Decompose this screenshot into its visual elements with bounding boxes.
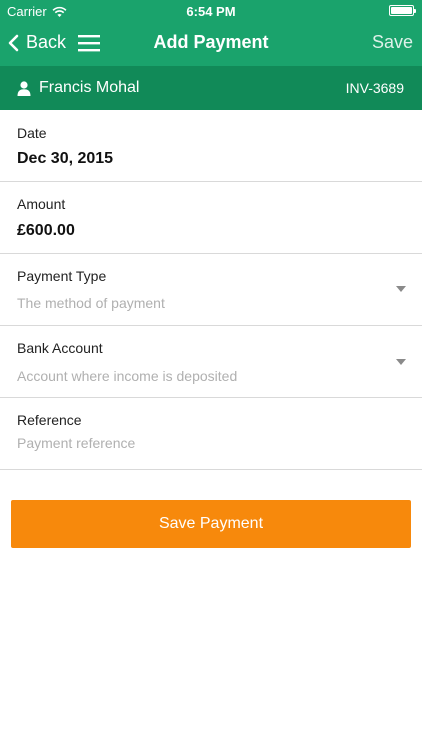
payment-type-field[interactable]: Payment Type The method of payment [0,254,422,326]
client-name: Francis Mohal [39,79,140,96]
client-info: Francis Mohal [17,79,139,97]
page-title: Add Payment [153,32,269,52]
reference-field[interactable]: Reference Payment reference [0,398,422,470]
date-value: Dec 30, 2015 [17,150,114,167]
chevron-down-icon [396,286,406,292]
status-time: 6:54 PM [186,4,236,19]
reference-placeholder: Payment reference [17,435,136,451]
save-payment-label: Save Payment [158,515,264,532]
status-bar: Carrier 6:54 PM [0,0,422,22]
app-header: Carrier 6:54 PM Back Add Payment Save [0,0,422,66]
reference-label: Reference [17,412,82,428]
client-bar: Francis Mohal INV-3689 [0,66,422,110]
save-payment-button[interactable]: Save Payment [11,500,411,548]
bank-account-field[interactable]: Bank Account Account where income is dep… [0,326,422,398]
save-nav-button[interactable]: Save [372,32,413,53]
amount-field[interactable]: Amount £600.00 [0,182,422,254]
date-field[interactable]: Date Dec 30, 2015 [0,110,422,182]
amount-label: Amount [17,196,66,212]
invoice-number: INV-3689 [345,80,404,96]
amount-value: £600.00 [17,222,75,239]
navigation-bar: Back Add Payment Save [0,22,422,66]
chevron-down-icon [396,359,406,365]
bank-account-label: Bank Account [17,340,103,356]
bank-account-placeholder: Account where income is deposited [17,368,238,384]
battery-level [391,7,412,14]
user-icon [17,80,31,96]
payment-type-label: Payment Type [17,268,107,284]
battery-icon [389,5,416,16]
date-label: Date [17,125,47,141]
payment-type-placeholder: The method of payment [17,295,165,311]
